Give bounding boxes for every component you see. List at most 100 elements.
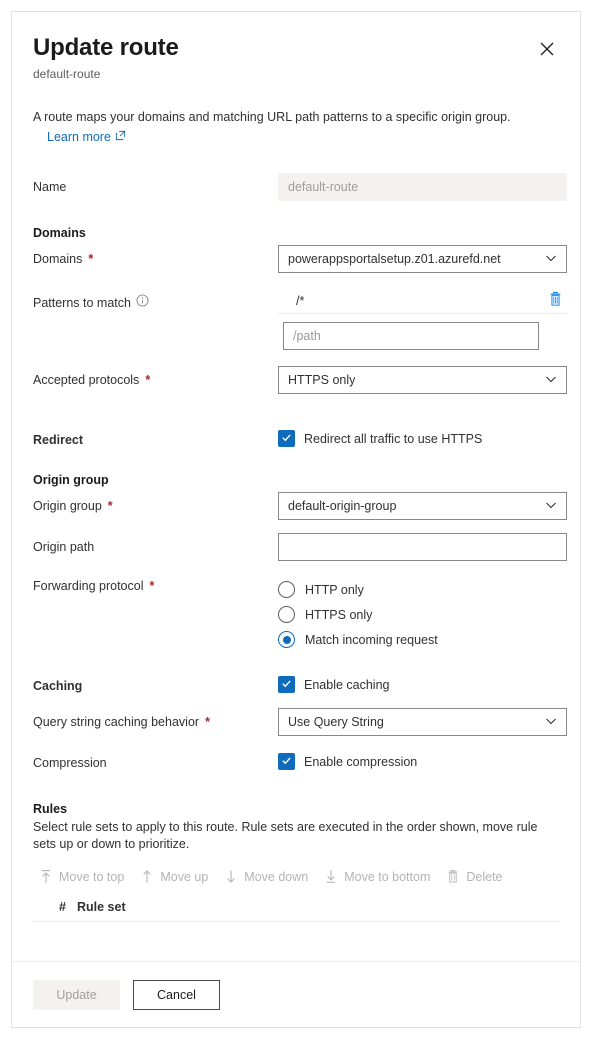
query-string-caching-dropdown[interactable]: Use Query String <box>278 708 567 736</box>
panel-header: Update route default-route <box>12 12 580 82</box>
pattern-list-item: /* <box>278 288 567 314</box>
origin-group-label-text: Origin group <box>33 499 102 513</box>
domains-row: Domains * powerappsportalsetup.z01.azuref… <box>33 245 567 273</box>
enable-compression-checkbox[interactable] <box>278 753 295 770</box>
enable-compression-label: Enable compression <box>304 754 418 769</box>
radio-indicator <box>278 606 295 623</box>
rules-table-header: # Rule set <box>33 900 559 922</box>
patterns-field-wrap: /* <box>278 288 567 350</box>
move-down-button[interactable]: Move down <box>218 865 318 888</box>
enable-caching-checkbox[interactable] <box>278 676 295 693</box>
origin-path-row: Origin path <box>33 533 567 561</box>
delete-rule-button[interactable]: Delete <box>440 865 512 888</box>
chevron-down-icon <box>545 499 557 514</box>
accepted-protocols-label-text: Accepted protocols <box>33 373 140 387</box>
learn-more-label: Learn more <box>47 130 111 144</box>
rules-command-bar: Move to top Move up Move down Move to bo… <box>33 865 559 888</box>
move-to-bottom-button[interactable]: Move to bottom <box>318 865 440 888</box>
redirect-https-checkbox[interactable] <box>278 430 295 447</box>
chevron-down-icon <box>545 252 557 267</box>
domains-dropdown-value: powerappsportalsetup.z01.azurefd.net <box>288 252 501 266</box>
compression-field-wrap: Enable compression <box>278 749 559 770</box>
route-description-block: A route maps your domains and matching U… <box>33 108 559 146</box>
forwarding-protocol-radio-group: HTTP only HTTPS only Match incoming requ… <box>278 575 559 652</box>
radio-option-match-incoming-request[interactable]: Match incoming request <box>278 627 559 652</box>
move-to-top-button[interactable]: Move to top <box>33 865 134 888</box>
pattern-input-wrap <box>278 322 567 350</box>
compression-row: Compression Enable compression <box>33 749 559 771</box>
domains-label-text: Domains <box>33 252 83 266</box>
name-row: Name <box>33 173 567 201</box>
origin-group-value: default-origin-group <box>288 499 397 513</box>
update-button[interactable]: Update <box>33 979 120 1010</box>
name-label: Name <box>33 180 67 194</box>
query-string-caching-value: Use Query String <box>288 715 384 729</box>
redirect-row: Redirect Redirect all traffic to use HTT… <box>33 426 559 448</box>
query-string-field-wrap: Use Query String <box>278 708 567 736</box>
route-description: A route maps your domains and matching U… <box>33 110 511 124</box>
chevron-down-icon <box>545 715 557 730</box>
origin-path-label: Origin path <box>33 540 95 554</box>
origin-group-row: Origin group * default-origin-group <box>33 492 567 520</box>
radio-indicator-selected <box>278 631 295 648</box>
radio-option-https-only[interactable]: HTTPS only <box>278 602 559 627</box>
delete-label: Delete <box>466 869 503 884</box>
origin-group-field-wrap: default-origin-group <box>278 492 567 520</box>
radio-label: HTTP only <box>305 582 364 597</box>
move-down-label: Move down <box>244 869 309 884</box>
update-route-panel: Update route default-route A route maps … <box>11 11 581 1028</box>
checkmark-icon <box>281 430 292 448</box>
radio-label: HTTPS only <box>305 607 373 622</box>
accepted-protocols-value: HTTPS only <box>288 373 356 387</box>
patterns-to-match-label: Patterns to match <box>33 288 278 311</box>
accepted-protocols-required-asterisk: * <box>145 373 151 387</box>
move-up-label: Move up <box>160 869 209 884</box>
caching-field-wrap: Enable caching <box>278 672 559 693</box>
enable-compression-checkbox-row[interactable]: Enable compression <box>278 749 559 770</box>
move-to-top-label: Move to top <box>59 869 125 884</box>
arrow-down-to-line-icon <box>324 869 338 884</box>
radio-indicator <box>278 581 295 598</box>
learn-more-link[interactable]: Learn more <box>47 128 126 146</box>
move-to-bottom-label: Move to bottom <box>344 869 431 884</box>
checkmark-icon <box>281 753 292 771</box>
origin-group-label: Origin group * <box>33 492 278 514</box>
query-string-caching-label-text: Query string caching behavior <box>33 715 200 729</box>
compression-label: Compression <box>33 756 107 770</box>
arrow-up-icon <box>140 869 154 884</box>
radio-option-http-only[interactable]: HTTP only <box>278 577 559 602</box>
cancel-button[interactable]: Cancel <box>133 979 220 1010</box>
move-up-button[interactable]: Move up <box>134 865 218 888</box>
redirect-field-wrap: Redirect all traffic to use HTTPS <box>278 426 559 447</box>
domains-label: Domains * <box>33 245 278 267</box>
accepted-protocols-row: Accepted protocols * HTTPS only <box>33 366 567 394</box>
domains-dropdown[interactable]: powerappsportalsetup.z01.azurefd.net <box>278 245 567 273</box>
patterns-to-match-label-text: Patterns to match <box>33 295 131 310</box>
arrow-down-icon <box>224 869 238 884</box>
chevron-down-icon <box>545 373 557 388</box>
close-button[interactable] <box>534 36 560 62</box>
domains-field-wrap: powerappsportalsetup.z01.azurefd.net <box>278 245 567 273</box>
rules-section-description: Select rule sets to apply to this route.… <box>33 820 538 851</box>
column-header-rule-set: Rule set <box>77 900 126 914</box>
redirect-https-label: Redirect all traffic to use HTTPS <box>304 431 483 446</box>
accepted-protocols-label: Accepted protocols * <box>33 366 278 388</box>
patterns-to-match-row: Patterns to match /* <box>33 288 567 350</box>
enable-caching-checkbox-row[interactable]: Enable caching <box>278 672 559 693</box>
redirect-label: Redirect <box>33 433 84 447</box>
rules-section-heading: Rules <box>33 802 68 816</box>
enable-caching-label: Enable caching <box>304 677 390 692</box>
delete-pattern-button[interactable] <box>545 291 565 311</box>
pattern-input[interactable] <box>283 322 539 350</box>
redirect-https-checkbox-row[interactable]: Redirect all traffic to use HTTPS <box>278 426 559 447</box>
trash-icon <box>548 291 563 310</box>
pattern-value: /* <box>296 293 305 308</box>
query-string-required-asterisk: * <box>205 715 210 729</box>
origin-path-input[interactable] <box>278 533 567 561</box>
domains-required-asterisk: * <box>88 252 94 266</box>
accepted-protocols-dropdown[interactable]: HTTPS only <box>278 366 567 394</box>
origin-group-dropdown[interactable]: default-origin-group <box>278 492 567 520</box>
accepted-protocols-field-wrap: HTTPS only <box>278 366 567 394</box>
page-subtitle: default-route <box>33 67 101 81</box>
info-icon[interactable] <box>136 294 149 311</box>
